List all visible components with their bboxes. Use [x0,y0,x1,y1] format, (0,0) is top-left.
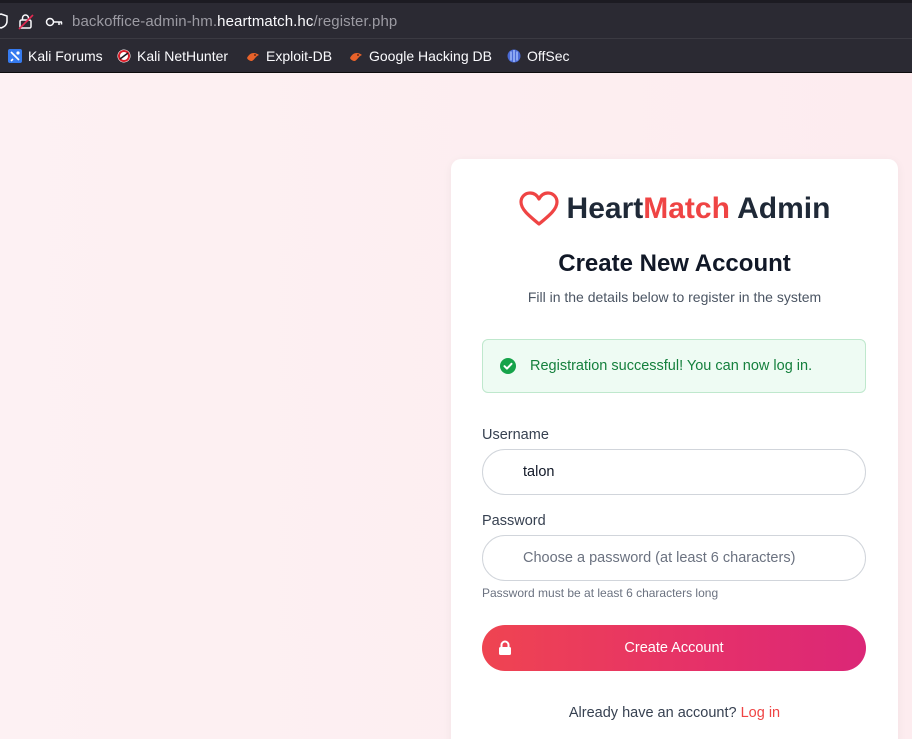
password-label: Password [482,513,546,529]
login-link[interactable]: Log in [741,705,781,721]
password-input[interactable] [483,536,865,580]
bookmark-label: Google Hacking DB [369,48,492,64]
bookmark-exploit-db[interactable]: Exploit-DB [246,48,332,64]
bookmark-kali-forums[interactable]: Kali Forums [8,48,103,64]
bookmark-label: OffSec [527,48,570,64]
url-host: heartmatch.hc [217,13,314,30]
url-path: /register.php [313,13,398,30]
lock-icon [498,640,512,660]
success-alert: Registration successful! You can now log… [482,339,866,393]
check-circle-icon [500,358,516,374]
password-hint: Password must be at least 6 characters l… [482,586,719,600]
heart-icon [518,191,559,226]
register-card: HeartMatch Admin Create New Account Fill… [451,159,898,739]
exploit-db-icon [246,49,260,63]
alert-message: Registration successful! You can now log… [530,358,813,374]
brand-heart: Heart [566,192,644,225]
url-bar[interactable]: backoffice-admin-hm.heartmatch.hc/regist… [0,0,912,38]
bookmark-offsec[interactable]: OffSec [507,48,570,64]
url-prefix: backoffice-admin-hm. [72,13,218,30]
password-field-wrapper [482,535,866,581]
insecure-lock-icon[interactable] [18,13,34,35]
bookmark-label: Kali Forums [28,48,103,64]
offsec-icon [507,49,521,63]
bookmark-label: Exploit-DB [266,48,333,64]
create-account-label: Create Account [624,640,724,656]
url-text[interactable]: backoffice-admin-hm.heartmatch.hc/regist… [72,13,397,30]
kali-forums-icon [8,49,22,63]
google-hacking-db-icon [349,49,363,63]
bookmark-google-hacking-db[interactable]: Google Hacking DB [349,48,492,64]
username-label: Username [482,427,549,443]
bookmarks-toolbar: Kali Forums Kali NetHunter Exploit-DB Go… [0,38,912,73]
key-icon[interactable] [45,15,63,33]
username-input[interactable] [483,450,865,494]
bookmark-label: Kali NetHunter [137,48,229,64]
brand-match: Match [643,192,730,225]
page-subtitle: Fill in the details below to register in… [527,289,822,305]
username-field-wrapper [482,449,866,495]
page-background: HeartMatch Admin Create New Account Fill… [0,73,912,739]
bookmark-kali-nethunter[interactable]: Kali NetHunter [117,48,228,64]
brand-name: HeartMatch Admin [567,192,831,226]
kali-nethunter-icon [117,49,131,63]
create-account-button[interactable]: Create Account [482,625,866,671]
login-prompt-text: Already have an account? [568,705,737,721]
page-title: Create New Account [558,250,791,277]
login-prompt: Already have an account? Log in [451,705,898,721]
brand-admin: Admin [729,192,831,225]
shield-icon[interactable] [0,13,8,34]
brand-logo: HeartMatch Admin [451,191,898,227]
